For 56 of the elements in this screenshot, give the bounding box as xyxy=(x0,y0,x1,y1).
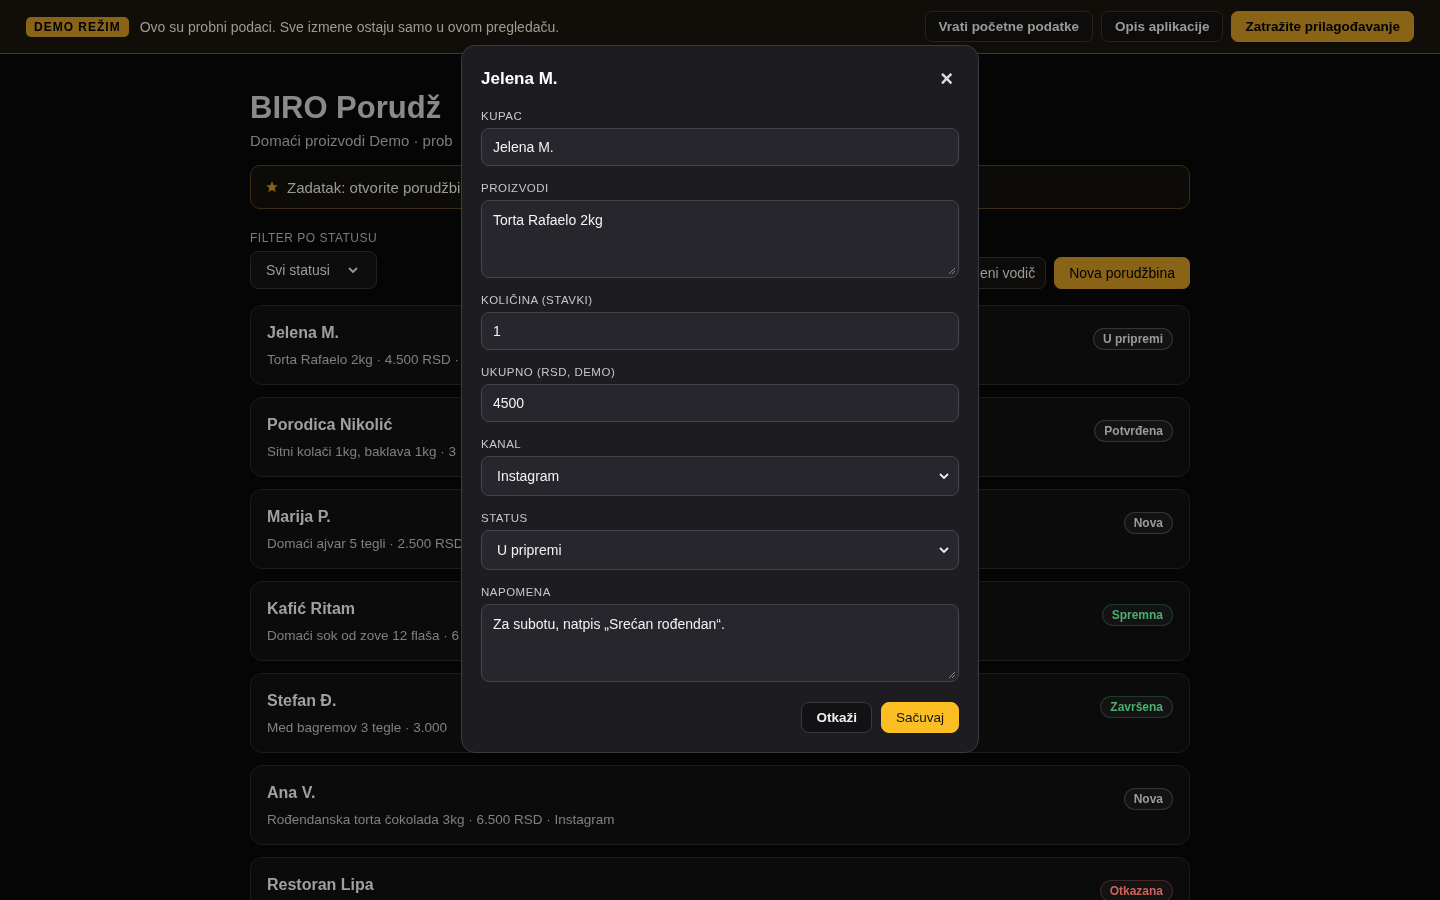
text-area[interactable]: Za subotu, natpis „Srećan rođendan“. xyxy=(481,604,959,682)
status-badge: Potvrđena xyxy=(1094,420,1173,442)
resize-grip-icon[interactable] xyxy=(948,671,956,679)
topbar-button[interactable]: Vrati početne podatke xyxy=(924,11,1093,42)
field-label: NAPOMENA xyxy=(481,586,552,598)
topbar-button[interactable]: Opis aplikacije xyxy=(1100,11,1224,42)
status-badge: Otkazana xyxy=(1099,880,1173,900)
customer-name: Jelena M. xyxy=(267,324,341,342)
status-badge: U pripremi xyxy=(1093,328,1173,350)
field-label: KOLIČINA (STAVKI) xyxy=(481,294,594,306)
status-badge: Nova xyxy=(1123,512,1173,534)
select-field[interactable]: Instagram xyxy=(481,456,959,496)
status-badge: Završena xyxy=(1100,696,1173,718)
task-text: Zadatak: otvorite porudžbi xyxy=(287,178,461,196)
order-details: Med bagremov 3 tegle · 3.000 xyxy=(267,720,448,735)
modal-title: Jelena M. xyxy=(481,69,558,89)
field-label: PROIZVODI xyxy=(481,182,550,194)
modal-button[interactable]: Sačuvaj xyxy=(880,702,959,733)
text-area[interactable]: Torta Rafaelo 2kg xyxy=(481,200,959,278)
order-details: Rođendanska torta čokolada 3kg · 6.500 RSD · Instagram xyxy=(267,812,615,827)
field-label: KANAL xyxy=(481,438,523,450)
input-field[interactable]: 1 xyxy=(481,312,959,350)
demo-notice: Ovo su probni podaci. Sve izmene ostaju samo u ovom pregledaču. xyxy=(139,18,561,35)
modal-button[interactable]: Otkaži xyxy=(801,702,872,733)
order-details: Torta Rafaelo 2kg · 4.500 RSD · xyxy=(267,352,460,367)
page-subtitle: Domaći proizvodi Demo · prob xyxy=(250,132,453,149)
resize-grip-icon[interactable] xyxy=(948,267,956,275)
demo-badge: DEMO REŽIM xyxy=(26,16,129,37)
close-button[interactable]: × xyxy=(934,68,959,90)
customer-name: Restoran Lipa xyxy=(267,876,374,894)
filter-label: FILTER PO STATUSU xyxy=(250,231,378,245)
field-label: UKUPNO (RSD, DEMO) xyxy=(481,366,617,378)
topbar-button[interactable]: Zatražite prilagođavanje xyxy=(1231,11,1414,42)
field-label: STATUS xyxy=(481,512,529,524)
customer-name: Marija P. xyxy=(267,508,332,526)
status-badge: Spremna xyxy=(1101,604,1173,626)
action-button[interactable]: Nova porudžbina xyxy=(1054,257,1190,289)
customer-name: Stefan Đ. xyxy=(267,692,338,710)
page-title: BIRO Porudž xyxy=(250,90,442,126)
select-field[interactable]: U pripremi xyxy=(481,530,959,570)
status-filter-select[interactable]: Svi statusi xyxy=(250,251,378,289)
order-card[interactable]: Restoran Lipa Otkazana xyxy=(250,857,1190,900)
order-details: Domaći sok od zove 12 flaša · 6 xyxy=(267,628,460,643)
chevron-down-icon xyxy=(939,545,949,555)
customer-name: Ana V. xyxy=(267,784,317,802)
chevron-down-icon xyxy=(939,471,949,481)
input-field[interactable]: Jelena M. xyxy=(481,128,959,166)
order-card[interactable]: Ana V. Rođendanska torta čokolada 3kg · 6.500 RSD · Instagram Nova xyxy=(250,765,1190,845)
input-field[interactable]: 4500 xyxy=(481,384,959,422)
status-badge: Nova xyxy=(1123,788,1173,810)
field-label: KUPAC xyxy=(481,110,524,122)
customer-name: Kafić Ritam xyxy=(267,600,357,618)
customer-name: Porodica Nikolić xyxy=(267,416,394,434)
chevron-down-icon xyxy=(347,265,358,275)
order-details: Sitni kolači 1kg, baklava 1kg · 3 xyxy=(267,444,457,459)
star-icon xyxy=(265,180,279,194)
